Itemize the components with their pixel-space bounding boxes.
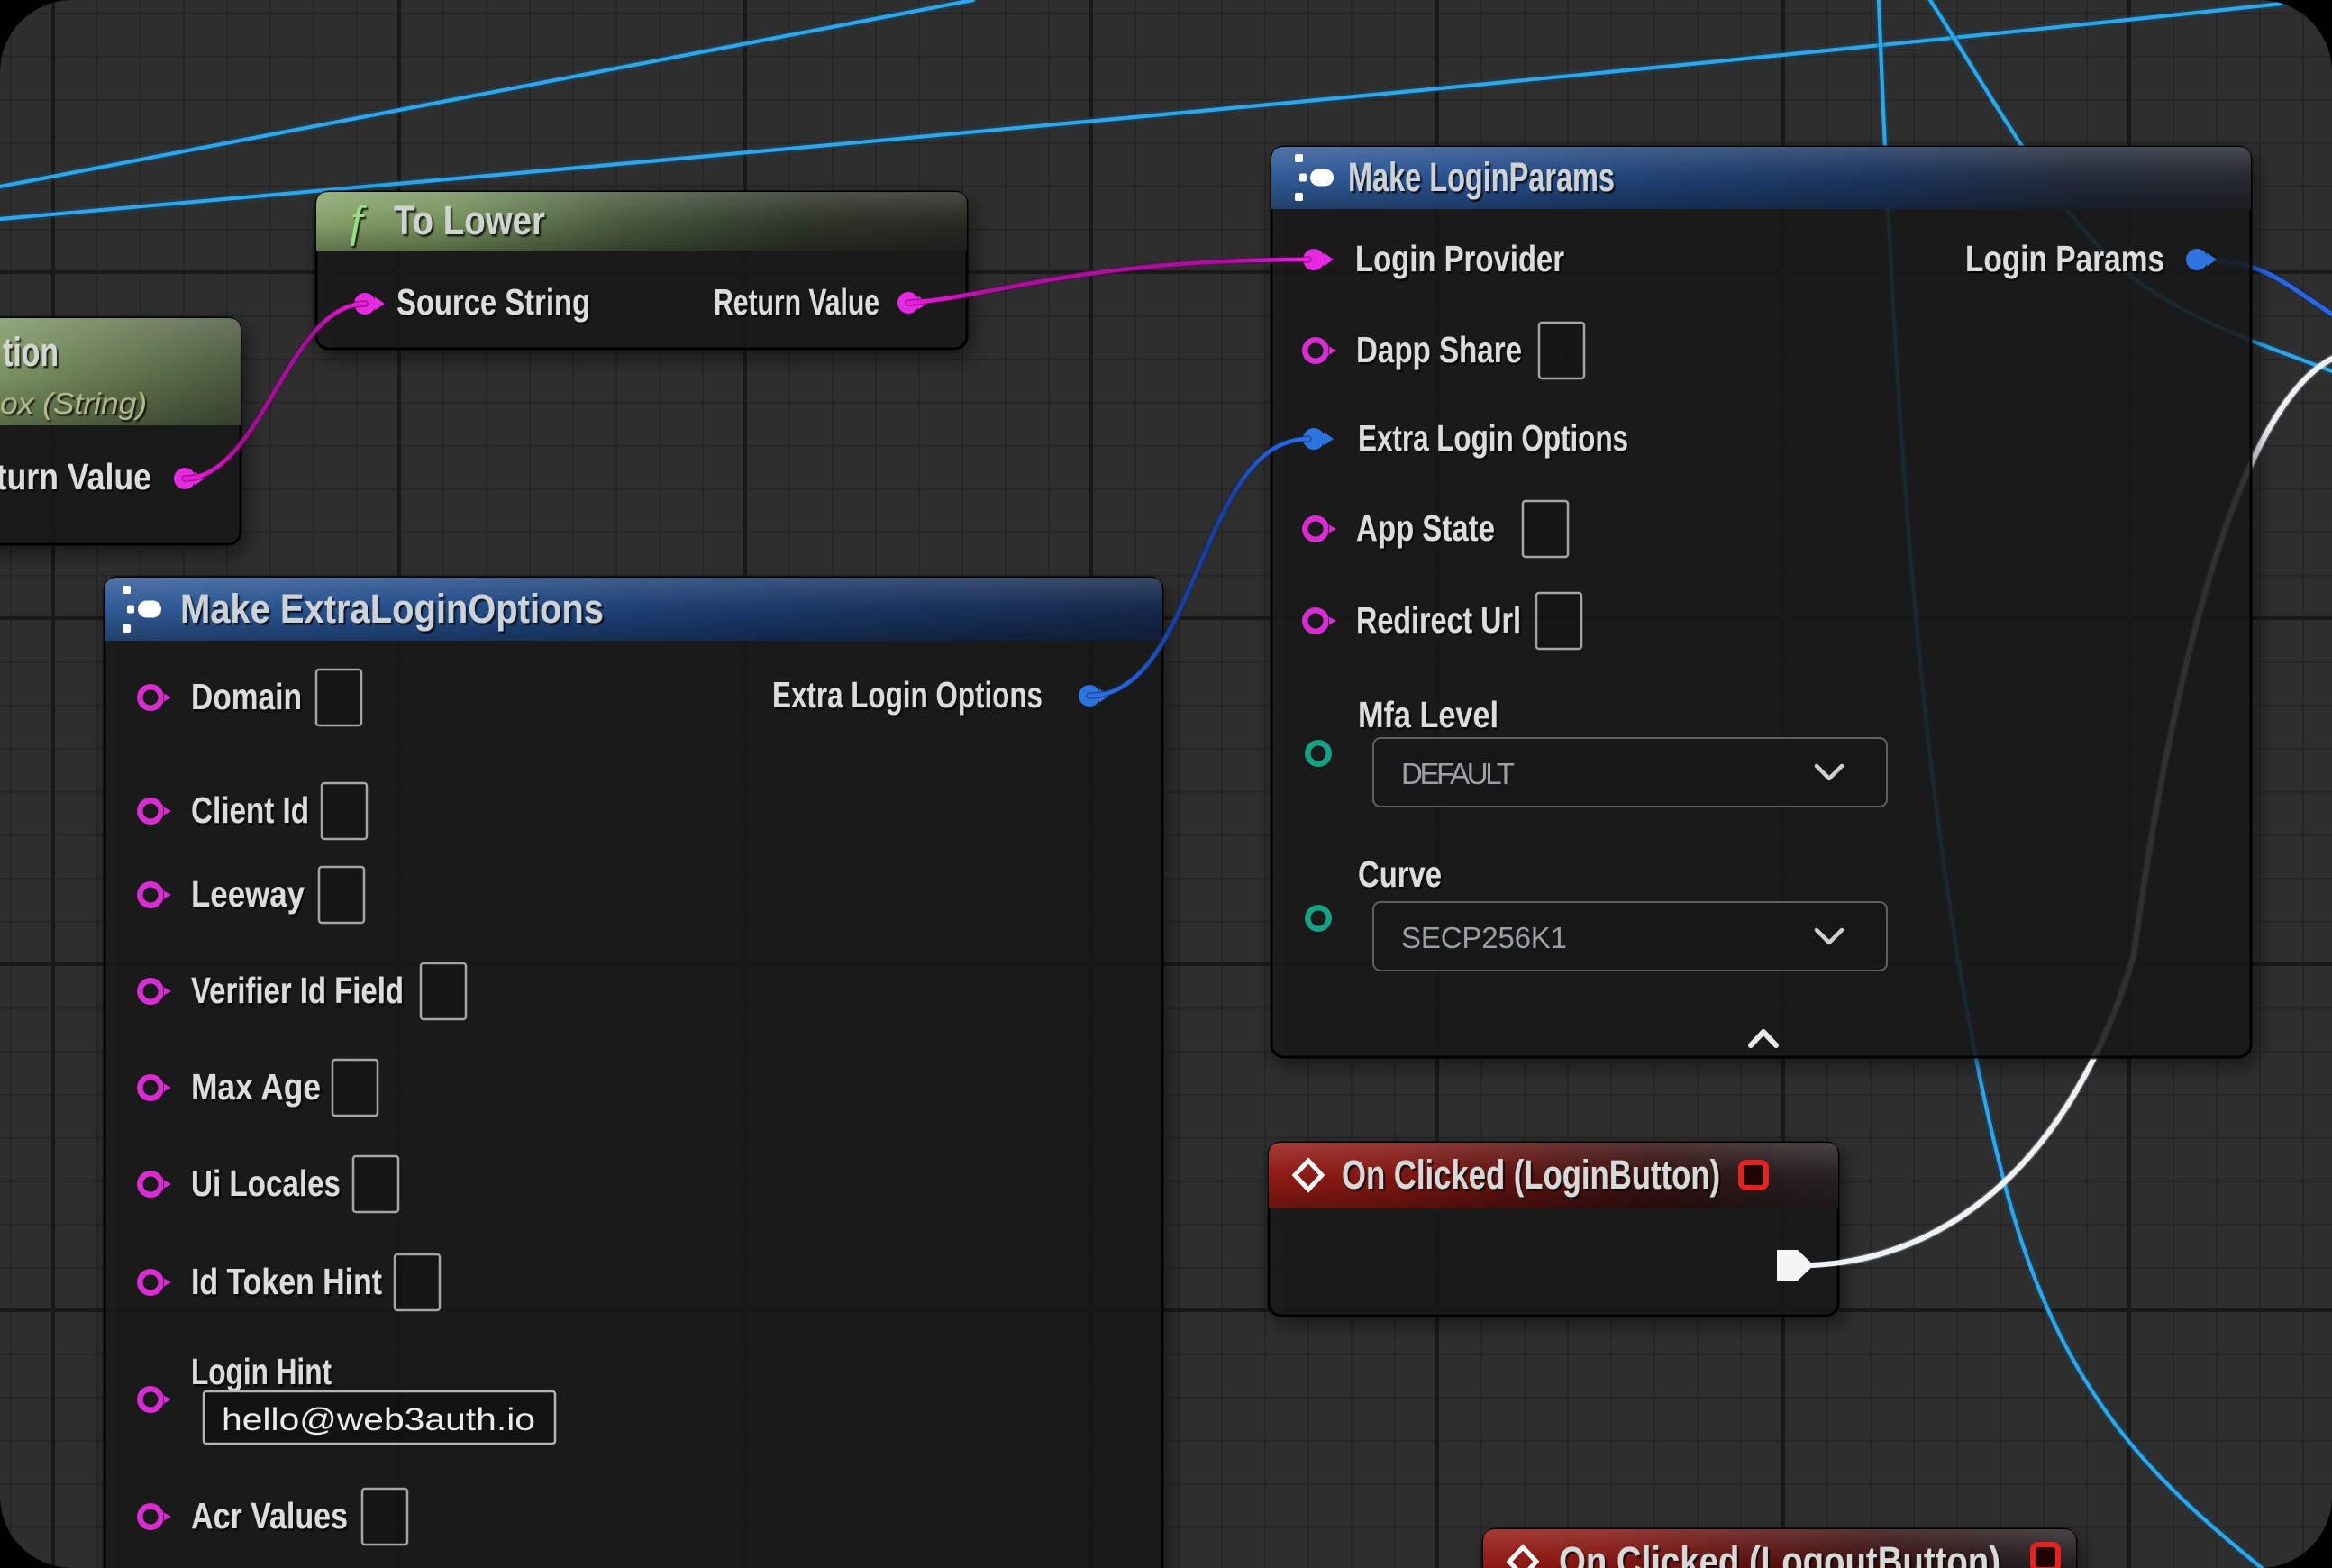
svg-text:Client Id: Client Id bbox=[191, 789, 309, 831]
svg-text:Max Age: Max Age bbox=[191, 1066, 321, 1108]
svg-text:Acr Values: Acr Values bbox=[191, 1495, 348, 1536]
svg-text:Login Hint: Login Hint bbox=[191, 1351, 332, 1392]
svg-text:Extra Login Options: Extra Login Options bbox=[1358, 417, 1628, 459]
svg-text:ƒ: ƒ bbox=[344, 198, 369, 246]
svg-text:Make LoginParams: Make LoginParams bbox=[1348, 154, 1615, 200]
svg-text:tion: tion bbox=[3, 329, 59, 375]
svg-text:Curve: Curve bbox=[1358, 853, 1442, 895]
svg-text:hello@web3auth.io: hello@web3auth.io bbox=[222, 1402, 535, 1437]
svg-text:Extra Login Options: Extra Login Options bbox=[772, 674, 1043, 716]
svg-text:Source String: Source String bbox=[396, 281, 590, 323]
svg-text:Return Value: Return Value bbox=[714, 281, 879, 323]
svg-text:Ui Locales: Ui Locales bbox=[191, 1162, 341, 1204]
svg-text:Verifier Id Field: Verifier Id Field bbox=[191, 970, 404, 1011]
svg-text:Login Params: Login Params bbox=[1965, 238, 2164, 279]
svg-text:ox (String): ox (String) bbox=[0, 387, 147, 420]
svg-text:Login Provider: Login Provider bbox=[1355, 238, 1564, 279]
svg-text:Domain: Domain bbox=[191, 676, 302, 717]
svg-text:SECP256K1: SECP256K1 bbox=[1401, 921, 1567, 954]
svg-text:On Clicked (LoginButton): On Clicked (LoginButton) bbox=[1342, 1152, 1720, 1198]
svg-text:On Clicked (LogoutButton): On Clicked (LogoutButton) bbox=[1559, 1538, 2000, 1568]
svg-text:Leeway: Leeway bbox=[191, 873, 305, 915]
svg-text:Make ExtraLoginOptions: Make ExtraLoginOptions bbox=[180, 586, 604, 632]
svg-text:App State: App State bbox=[1356, 507, 1495, 549]
svg-text:Id Token Hint: Id Token Hint bbox=[191, 1261, 382, 1302]
svg-text:Dapp Share: Dapp Share bbox=[1356, 329, 1522, 370]
svg-text:Mfa Level: Mfa Level bbox=[1358, 694, 1498, 735]
svg-text:To Lower: To Lower bbox=[394, 197, 545, 243]
svg-text:Redirect Url: Redirect Url bbox=[1356, 599, 1521, 641]
svg-text:Return Value: Return Value bbox=[0, 456, 151, 497]
svg-text:DEFAULT: DEFAULT bbox=[1401, 757, 1515, 790]
